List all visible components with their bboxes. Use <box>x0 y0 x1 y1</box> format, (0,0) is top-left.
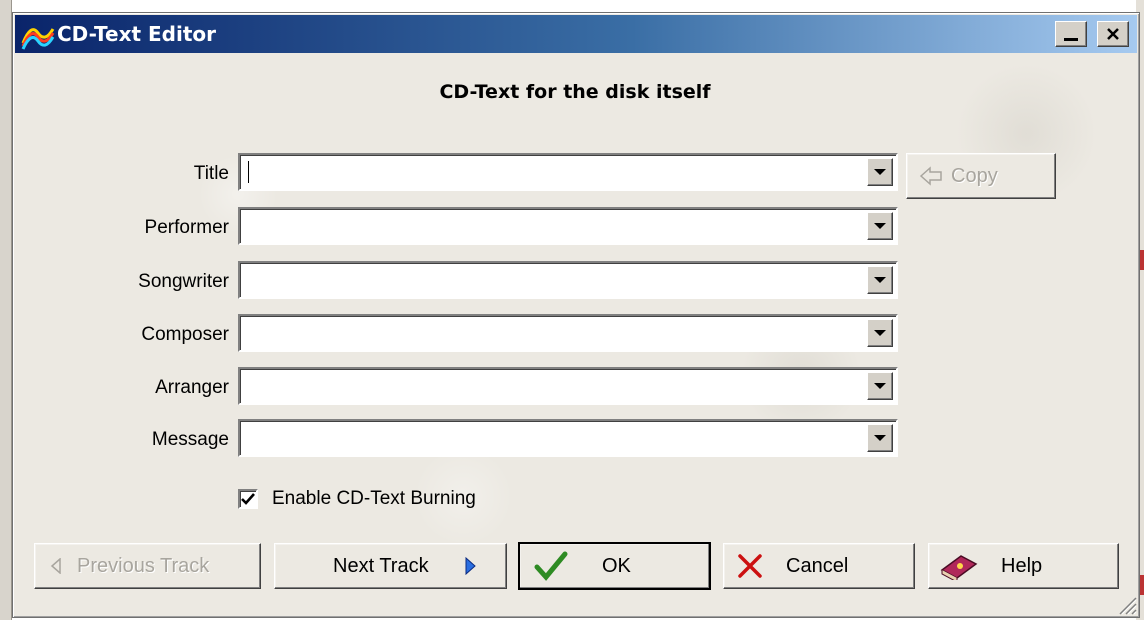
chevron-down-icon <box>874 383 886 389</box>
message-combobox[interactable] <box>238 419 898 457</box>
background-app-edge-left <box>0 0 12 620</box>
triangle-left-icon <box>50 558 61 574</box>
message-dropdown-button[interactable] <box>867 424 893 452</box>
chevron-down-icon <box>874 277 886 283</box>
close-icon <box>1107 28 1119 40</box>
chevron-down-icon <box>874 223 886 229</box>
message-label: Message <box>151 429 229 450</box>
ok-label: OK <box>602 554 631 577</box>
title-dropdown-button[interactable] <box>867 158 893 186</box>
help-button[interactable]: Help <box>928 543 1119 589</box>
title-bar[interactable]: CD-Text Editor <box>15 15 1137 53</box>
songwriter-dropdown-button[interactable] <box>867 266 893 294</box>
triangle-right-icon <box>465 557 476 575</box>
close-button[interactable] <box>1097 21 1129 47</box>
copy-button[interactable]: Copy <box>906 153 1056 199</box>
minimize-button[interactable] <box>1055 21 1087 47</box>
x-icon <box>738 554 762 578</box>
ok-button[interactable]: OK <box>518 542 711 590</box>
dialog-heading: CD-Text for the disk itself <box>439 81 711 103</box>
chevron-down-icon <box>874 169 886 175</box>
checkmark-icon <box>534 551 568 581</box>
cancel-button[interactable]: Cancel <box>723 543 915 589</box>
arranger-combobox[interactable] <box>238 367 898 405</box>
arranger-dropdown-button[interactable] <box>867 372 893 400</box>
chevron-down-icon <box>874 330 886 336</box>
next-track-button[interactable]: Next Track <box>274 543 507 589</box>
arranger-label: Arranger <box>155 377 229 398</box>
songwriter-combobox[interactable] <box>238 261 898 299</box>
copy-label: Copy <box>951 164 998 187</box>
help-label: Help <box>1001 554 1043 577</box>
enable-cd-text-burning-checkbox[interactable] <box>238 489 258 509</box>
arrow-left-outline-icon <box>919 166 942 186</box>
title-label: Title <box>193 163 229 184</box>
performer-label: Performer <box>144 217 229 238</box>
title-combobox[interactable] <box>238 153 898 191</box>
minimize-icon <box>1064 37 1078 41</box>
performer-dropdown-button[interactable] <box>867 212 893 240</box>
composer-dropdown-button[interactable] <box>867 319 893 347</box>
previous-track-label: Previous Track <box>77 554 210 577</box>
cancel-label: Cancel <box>786 554 849 577</box>
enable-cd-text-burning-row[interactable]: Enable CD-Text Burning <box>238 488 476 510</box>
previous-track-button[interactable]: Previous Track <box>34 543 261 589</box>
next-track-label: Next Track <box>333 554 429 577</box>
songwriter-label: Songwriter <box>138 271 229 292</box>
chevron-down-icon <box>874 435 886 441</box>
resize-grip-icon[interactable] <box>1115 593 1137 615</box>
cd-text-editor-dialog: CD-Text Editor CD-Text for the disk itse… <box>12 12 1140 618</box>
text-cursor <box>248 161 249 183</box>
composer-combobox[interactable] <box>238 314 898 352</box>
window-title: CD-Text Editor <box>57 22 216 46</box>
composer-label: Composer <box>141 324 229 345</box>
enable-cd-text-burning-label: Enable CD-Text Burning <box>272 488 476 509</box>
help-book-icon <box>940 555 978 580</box>
cd-text-app-icon <box>21 28 55 50</box>
checkmark-icon <box>241 493 255 505</box>
performer-combobox[interactable] <box>238 207 898 245</box>
